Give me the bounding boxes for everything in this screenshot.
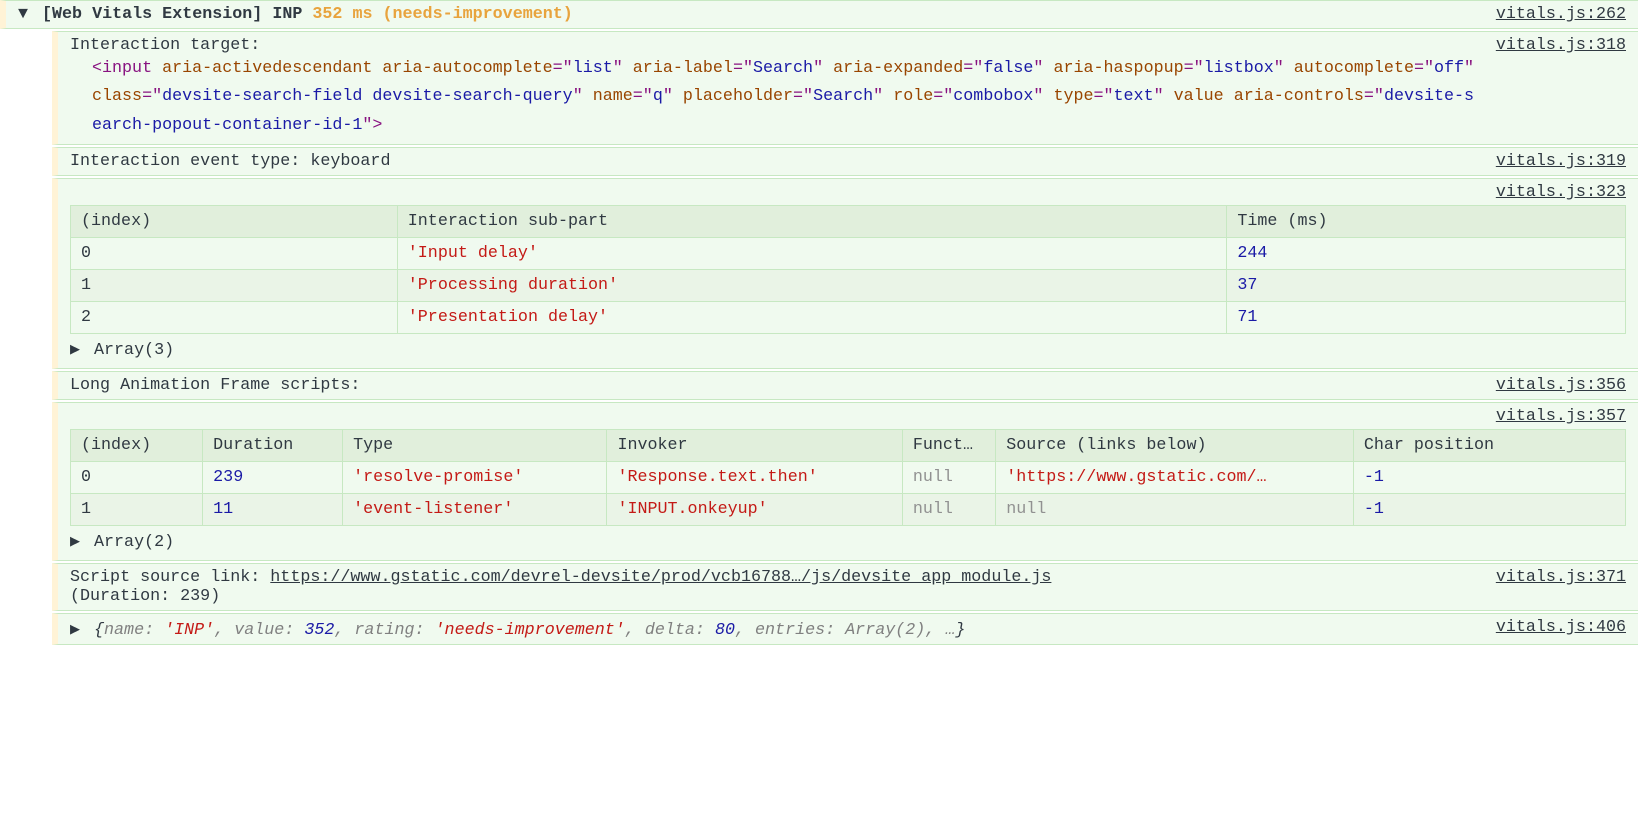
console-msg-table-subparts: vitals.js:323 (index)Interaction sub-par… bbox=[52, 178, 1638, 369]
source-link[interactable]: vitals.js:356 bbox=[1496, 376, 1626, 395]
table-header: Time (ms) bbox=[1227, 206, 1626, 238]
object-summary[interactable]: {name: 'INP', value: 352, rating: 'needs… bbox=[94, 621, 965, 640]
interaction-target-element: <input aria-activedescendant aria-autoco… bbox=[70, 55, 1476, 140]
laf-label-text: Long Animation Frame scripts: bbox=[70, 376, 1476, 395]
console-msg-laf-label: Long Animation Frame scripts: vitals.js:… bbox=[52, 371, 1638, 400]
table-row: 1'Processing duration'37 bbox=[71, 270, 1626, 302]
script-source-prefix: Script source link: bbox=[70, 568, 270, 587]
table-header: (index) bbox=[71, 206, 398, 238]
table-cell: 1 bbox=[71, 270, 398, 302]
console-group-header[interactable]: ▼ [Web Vitals Extension] INP 352 ms (nee… bbox=[0, 0, 1638, 29]
table-cell: 'Response.text.then' bbox=[607, 462, 902, 494]
table-cell: 'INPUT.onkeyup' bbox=[607, 494, 902, 526]
table-cell: 0 bbox=[71, 238, 398, 270]
table-header: Funct… bbox=[902, 430, 995, 462]
source-link[interactable]: vitals.js:319 bbox=[1496, 152, 1626, 171]
table-cell: 'Input delay' bbox=[397, 238, 1227, 270]
source-link[interactable]: vitals.js:371 bbox=[1496, 568, 1626, 587]
caret-right-icon[interactable]: ▶ bbox=[70, 618, 84, 640]
table-cell: 'Presentation delay' bbox=[397, 302, 1227, 334]
table-cell: null bbox=[996, 494, 1354, 526]
laf-scripts-table: (index)DurationTypeInvokerFunct…Source (… bbox=[70, 429, 1626, 526]
group-label-prefix: [Web Vitals Extension] bbox=[42, 5, 262, 24]
array-summary[interactable]: Array(3) bbox=[94, 341, 174, 360]
console-msg-table-laf: vitals.js:357 (index)DurationTypeInvoker… bbox=[52, 402, 1638, 561]
source-link[interactable]: vitals.js:406 bbox=[1496, 618, 1626, 637]
table-cell: 11 bbox=[203, 494, 343, 526]
source-link[interactable]: vitals.js:262 bbox=[1496, 5, 1626, 24]
table-header: Duration bbox=[203, 430, 343, 462]
console-msg-interaction-target: Interaction target: <input aria-activede… bbox=[52, 31, 1638, 145]
table-header: Char position bbox=[1353, 430, 1625, 462]
script-source-url[interactable]: https://www.gstatic.com/devrel-devsite/p… bbox=[270, 568, 1051, 587]
table-cell: 2 bbox=[71, 302, 398, 334]
table-cell: null bbox=[902, 494, 995, 526]
array-summary[interactable]: Array(2) bbox=[94, 533, 174, 552]
table-cell: 0 bbox=[71, 462, 203, 494]
group-label-value: 352 ms (needs-improvement) bbox=[312, 5, 572, 24]
table-header: (index) bbox=[71, 430, 203, 462]
console-msg-event-type: Interaction event type: keyboard vitals.… bbox=[52, 147, 1638, 176]
source-link[interactable]: vitals.js:357 bbox=[1496, 407, 1626, 426]
source-link[interactable]: vitals.js:323 bbox=[1496, 183, 1626, 202]
table-header: Source (links below) bbox=[996, 430, 1354, 462]
table-cell: 'Processing duration' bbox=[397, 270, 1227, 302]
caret-down-icon[interactable]: ▼ bbox=[18, 5, 32, 24]
console-msg-object: ▶ {name: 'INP', value: 352, rating: 'nee… bbox=[52, 613, 1638, 645]
group-label-metric: INP bbox=[272, 5, 302, 24]
caret-right-icon[interactable]: ▶ bbox=[70, 530, 84, 552]
table-cell: 71 bbox=[1227, 302, 1626, 334]
table-row: 0239'resolve-promise''Response.text.then… bbox=[71, 462, 1626, 494]
source-link[interactable]: vitals.js:318 bbox=[1496, 36, 1626, 55]
interaction-subparts-table: (index)Interaction sub-partTime (ms)0'In… bbox=[70, 205, 1626, 334]
table-header: Invoker bbox=[607, 430, 902, 462]
interaction-target-label: Interaction target: bbox=[70, 36, 1476, 55]
console-msg-script-source: Script source link: https://www.gstatic.… bbox=[52, 563, 1638, 611]
table-cell: 244 bbox=[1227, 238, 1626, 270]
table-cell: 'resolve-promise' bbox=[343, 462, 607, 494]
table-cell: -1 bbox=[1353, 462, 1625, 494]
table-row: 111'event-listener''INPUT.onkeyup'nullnu… bbox=[71, 494, 1626, 526]
caret-right-icon[interactable]: ▶ bbox=[70, 338, 84, 360]
table-row: 0'Input delay'244 bbox=[71, 238, 1626, 270]
table-cell: null bbox=[902, 462, 995, 494]
table-cell: 'https://www.gstatic.com/… bbox=[996, 462, 1354, 494]
table-cell: 37 bbox=[1227, 270, 1626, 302]
table-cell: 239 bbox=[203, 462, 343, 494]
table-row: 2'Presentation delay'71 bbox=[71, 302, 1626, 334]
table-cell: -1 bbox=[1353, 494, 1625, 526]
event-type-text: Interaction event type: keyboard bbox=[70, 152, 1476, 171]
table-header: Interaction sub-part bbox=[397, 206, 1227, 238]
table-cell: 'event-listener' bbox=[343, 494, 607, 526]
script-source-duration: (Duration: 239) bbox=[70, 587, 220, 606]
table-cell: 1 bbox=[71, 494, 203, 526]
table-header: Type bbox=[343, 430, 607, 462]
